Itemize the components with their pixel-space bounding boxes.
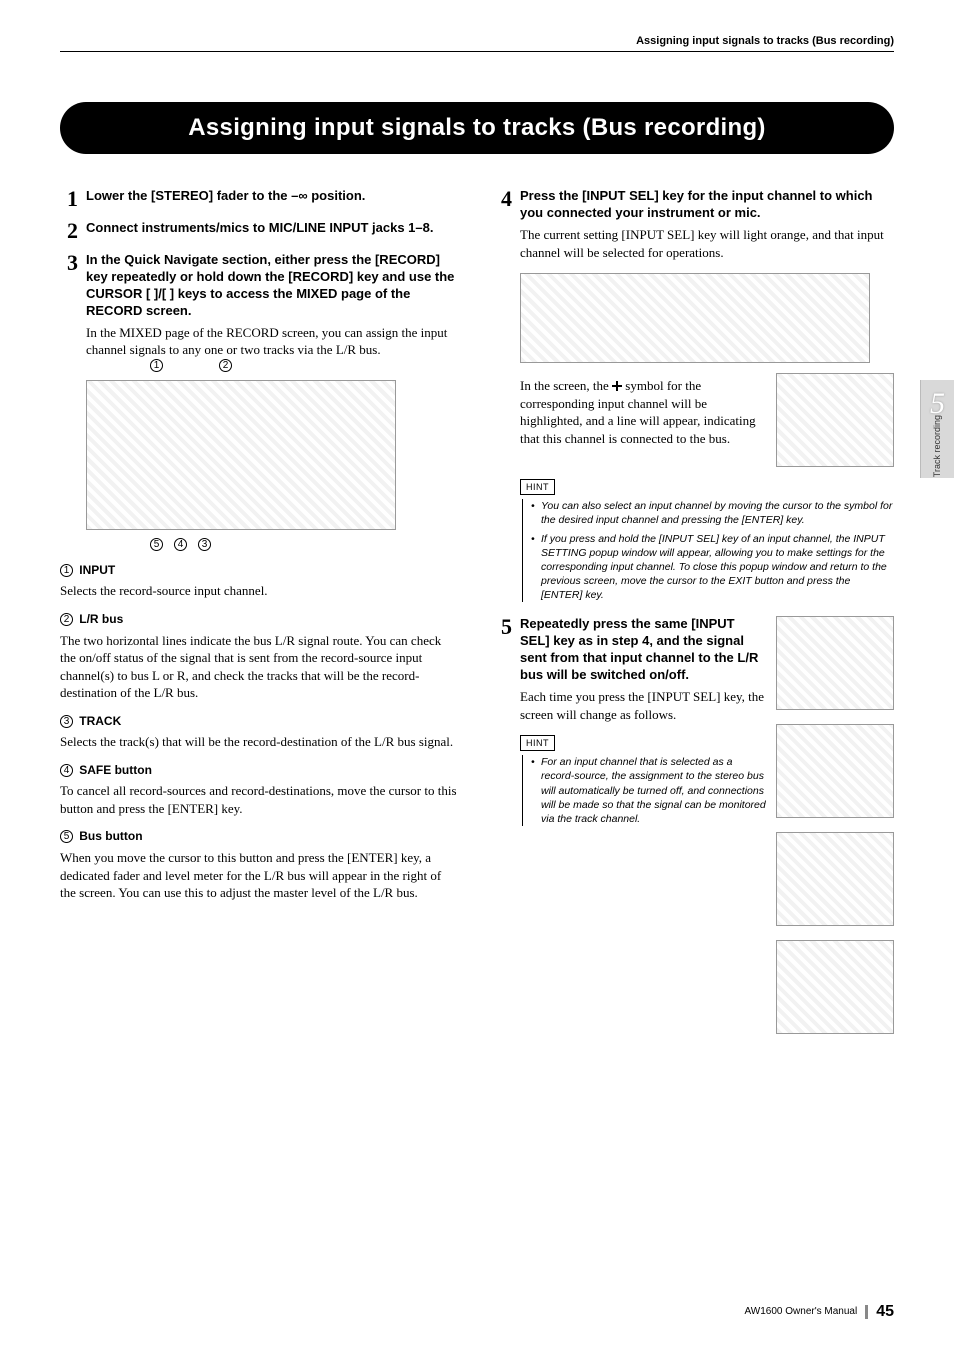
sub-body: When you move the cursor to this button … <box>60 849 460 902</box>
left-column: 1 Lower the [STEREO] fader to the –∞ pos… <box>60 182 460 1034</box>
sub-body: Selects the record-source input channel. <box>60 582 460 600</box>
sub-body: To cancel all record-sources and record-… <box>60 782 460 817</box>
hint-item: You can also select an input channel by … <box>531 499 894 527</box>
step-body: In the MIXED page of the RECORD screen, … <box>86 324 460 359</box>
step4-body2: In the screen, the symbol for the corres… <box>520 377 764 447</box>
sub-body: Selects the track(s) that will be the re… <box>60 733 460 751</box>
sub-input: 1 INPUT Selects the record-source input … <box>60 561 460 600</box>
circled-num: 2 <box>60 613 73 626</box>
chapter-label: Track recording <box>931 415 943 477</box>
sub-head: Bus button <box>79 829 142 843</box>
hint-item: If you press and hold the [INPUT SEL] ke… <box>531 532 894 603</box>
circled-num: 3 <box>60 715 73 728</box>
step-5: 5 Repeatedly press the same [INPUT SEL] … <box>494 616 894 1034</box>
sub-lrbus: 2 L/R bus The two horizontal lines indic… <box>60 610 460 702</box>
hint-1: HINT You can also select an input channe… <box>520 477 894 602</box>
sub-head: TRACK <box>79 714 121 728</box>
callout-1: 1 <box>150 359 163 372</box>
step-label: Repeatedly press the same [INPUT SEL] ke… <box>520 616 766 684</box>
hint-label: HINT <box>520 735 555 751</box>
sub-head: SAFE button <box>79 763 152 777</box>
figure-callouts-bottom: 5 4 3 <box>150 538 460 551</box>
sub-bus: 5 Bus button When you move the cursor to… <box>60 827 460 901</box>
step-number: 3 <box>60 252 78 359</box>
step-body: The current setting [INPUT SEL] key will… <box>520 226 894 261</box>
hint-2: HINT For an input channel that is select… <box>520 733 766 826</box>
sub-body: The two horizontal lines indicate the bu… <box>60 632 460 702</box>
page-footer: AW1600 Owner's Manual 45 <box>745 1301 895 1323</box>
bus-state-figure <box>776 832 894 926</box>
step-label: Connect instruments/mics to MIC/LINE INP… <box>86 220 433 237</box>
callout-4: 4 <box>174 538 187 551</box>
step-label: In the Quick Navigate section, either pr… <box>86 252 460 320</box>
step-3: 3 In the Quick Navigate section, either … <box>60 252 460 359</box>
figure-callouts-top: 1 2 <box>150 359 460 372</box>
step-body: Each time you press the [INPUT SEL] key,… <box>520 688 766 723</box>
circled-num: 1 <box>60 564 73 577</box>
hint-label: HINT <box>520 479 555 495</box>
bus-state-figure <box>776 616 894 710</box>
step-4: 4 Press the [INPUT SEL] key for the inpu… <box>494 188 894 261</box>
sub-head: INPUT <box>79 563 115 577</box>
input-strip-figure <box>520 273 870 363</box>
product-name: AW1600 Owner's Manual <box>745 1305 858 1319</box>
hint-item: For an input channel that is selected as… <box>531 755 766 826</box>
page-number: 45 <box>876 1301 894 1323</box>
step-number: 1 <box>60 188 78 210</box>
footer-divider <box>865 1305 868 1319</box>
bus-state-figure <box>776 724 894 818</box>
plus-node-icon <box>612 381 622 391</box>
sub-head: L/R bus <box>79 612 123 626</box>
chapter-tab: 5 Track recording <box>920 380 954 478</box>
callout-2: 2 <box>219 359 232 372</box>
page-title: Assigning input signals to tracks (Bus r… <box>60 102 894 154</box>
sub-track: 3 TRACK Selects the track(s) that will b… <box>60 712 460 751</box>
circled-num: 5 <box>60 830 73 843</box>
bus-state-figure <box>776 940 894 1034</box>
input-bus-figure <box>776 373 894 467</box>
step-1: 1 Lower the [STEREO] fader to the –∞ pos… <box>60 188 460 210</box>
running-head: Assigning input signals to tracks (Bus r… <box>60 34 894 52</box>
callout-5: 5 <box>150 538 163 551</box>
step-number: 2 <box>60 220 78 242</box>
right-column: 4 Press the [INPUT SEL] key for the inpu… <box>494 182 894 1034</box>
step-label: Press the [INPUT SEL] key for the input … <box>520 188 894 222</box>
step3-label-text: In the Quick Navigate section, either pr… <box>86 252 454 318</box>
sub-safe: 4 SAFE button To cancel all record-sourc… <box>60 761 460 818</box>
callout-3: 3 <box>198 538 211 551</box>
step4-body2a: In the screen, the <box>520 378 612 393</box>
step-label: Lower the [STEREO] fader to the –∞ posit… <box>86 188 365 205</box>
step-number: 4 <box>494 188 512 261</box>
circled-num: 4 <box>60 764 73 777</box>
record-screen-figure <box>86 380 396 530</box>
step5-figure-stack <box>776 616 894 1034</box>
step-number: 5 <box>494 616 512 1034</box>
step-2: 2 Connect instruments/mics to MIC/LINE I… <box>60 220 460 242</box>
